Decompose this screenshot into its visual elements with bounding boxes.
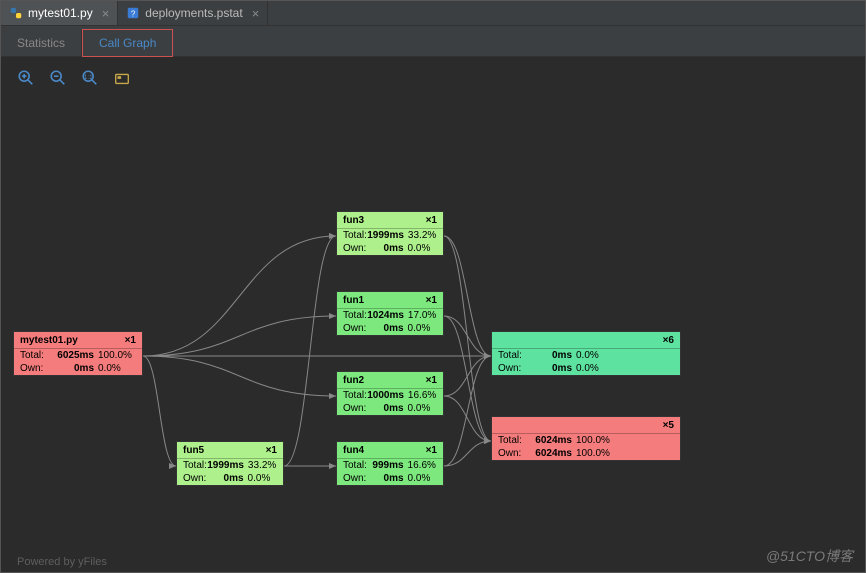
node-print[interactable]: ×6Total:0ms0.0%Own:0ms0.0% — [491, 331, 681, 376]
close-icon[interactable]: × — [102, 6, 110, 21]
node-fun5[interactable]: fun5×1Total:1999ms33.2%Own:0ms0.0% — [176, 441, 284, 486]
tab-label: deployments.pstat — [145, 6, 242, 20]
tab-statistics[interactable]: Statistics — [1, 30, 82, 56]
node-sleep[interactable]: ×5Total:6024ms100.0%Own:6024ms100.0% — [491, 416, 681, 461]
svg-text:1:1: 1:1 — [84, 74, 93, 81]
pstat-file-icon: ? — [126, 6, 140, 20]
node-fun2[interactable]: fun2×1Total:1000ms16.6%Own:0ms0.0% — [336, 371, 444, 416]
node-fun4[interactable]: fun4×1Total:999ms16.6%Own:0ms0.0% — [336, 441, 444, 486]
python-file-icon — [9, 6, 23, 20]
zoom-reset-icon[interactable]: 1:1 — [81, 69, 99, 87]
tab-label: mytest01.py — [28, 6, 93, 20]
profiler-tab-bar: Statistics Call Graph — [1, 26, 865, 57]
tab-deployments-pstat[interactable]: ? deployments.pstat × — [118, 1, 268, 25]
tab-call-graph[interactable]: Call Graph — [82, 29, 173, 57]
watermark: @51CTO博客 — [766, 546, 853, 566]
call-graph-canvas[interactable]: mytest01.py×1Total:6025ms100.0%Own:0ms0.… — [1, 89, 865, 572]
footer-credit: Powered by yFiles — [17, 556, 107, 568]
editor-tab-bar: mytest01.py × ? deployments.pstat × — [1, 1, 865, 26]
node-root[interactable]: mytest01.py×1Total:6025ms100.0%Own:0ms0.… — [13, 331, 143, 376]
node-fun3[interactable]: fun3×1Total:1999ms33.2%Own:0ms0.0% — [336, 211, 444, 256]
zoom-in-icon[interactable] — [17, 69, 35, 87]
close-icon[interactable]: × — [252, 6, 260, 21]
tab-mytest01[interactable]: mytest01.py × — [1, 1, 118, 25]
zoom-out-icon[interactable] — [49, 69, 67, 87]
node-fun1[interactable]: fun1×1Total:1024ms17.0%Own:0ms0.0% — [336, 291, 444, 336]
export-icon[interactable] — [113, 69, 131, 87]
svg-text:?: ? — [131, 10, 136, 19]
